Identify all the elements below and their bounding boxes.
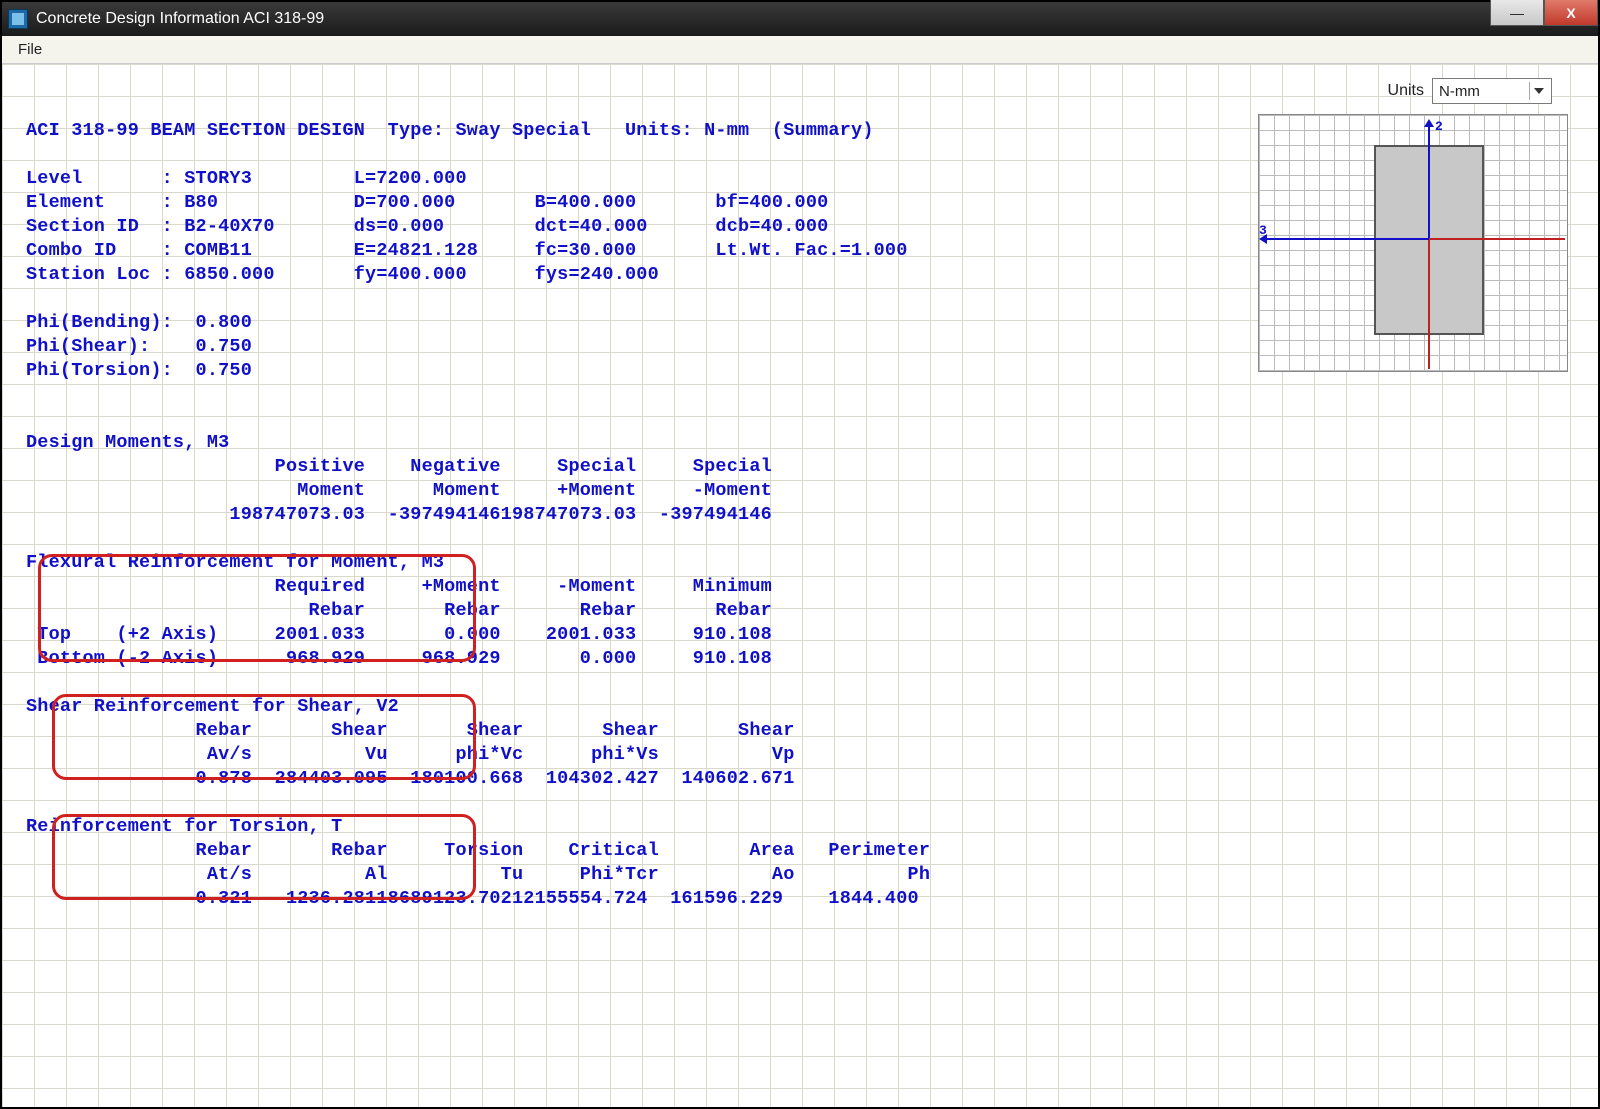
report-line: Level : STORY3 L=7200.000: [26, 168, 467, 189]
report-line: At/s Al Tu Phi*Tcr Ao Ph: [26, 864, 930, 885]
report-line: Phi(Torsion): 0.750: [26, 360, 252, 381]
report-line: Flexural Reinforcement for Moment, M3: [26, 552, 444, 573]
report-line: Rebar Rebar Torsion Critical Area Perime…: [26, 840, 930, 861]
report-line: Element : B80 D=700.000 B=400.000 bf=400…: [26, 192, 828, 213]
report-line: Rebar Shear Shear Shear Shear: [26, 720, 795, 741]
report-line: Required +Moment -Moment Minimum: [26, 576, 772, 597]
report-line: Bottom (-2 Axis) 968.929 968.929 0.000 9…: [26, 648, 772, 669]
report-line: Reinforcement for Torsion, T: [26, 816, 342, 837]
report-line: Top (+2 Axis) 2001.033 0.000 2001.033 91…: [26, 624, 772, 645]
app-icon: [8, 9, 28, 29]
report-line: Combo ID : COMB11 E=24821.128 fc=30.000 …: [26, 240, 908, 261]
report-line: Section ID : B2-40X70 ds=0.000 dct=40.00…: [26, 216, 828, 237]
report-line: 0.878 284403.095 180100.668 104302.427 1…: [26, 768, 795, 789]
report-line: Positive Negative Special Special: [26, 456, 772, 477]
axis-3-label: 3: [1259, 223, 1267, 238]
window-frame: Concrete Design Information ACI 318-99 —…: [0, 0, 1600, 1109]
axis-3-line: [1263, 238, 1429, 240]
units-label: Units: [1388, 82, 1424, 100]
report-line: Shear Reinforcement for Shear, V2: [26, 696, 399, 717]
report-text: ACI 318-99 BEAM SECTION DESIGN Type: Swa…: [26, 119, 930, 911]
report-line: Design Moments, M3: [26, 432, 229, 453]
report-line: Moment Moment +Moment -Moment: [26, 480, 772, 501]
report-line: 0.321 1236.28118689123.70212155554.724 1…: [26, 888, 919, 909]
report-line: Rebar Rebar Rebar Rebar: [26, 600, 772, 621]
report-line: 198747073.03 -397494146198747073.03 -397…: [26, 504, 772, 525]
window-controls: — X: [1490, 0, 1598, 26]
axis-2-line: [1428, 123, 1430, 239]
units-value: N-mm: [1439, 83, 1480, 100]
axis-3-neg-line: [1429, 238, 1565, 240]
units-select[interactable]: N-mm: [1432, 78, 1552, 104]
report-line: Av/s Vu phi*Vc phi*Vs Vp: [26, 744, 795, 765]
window-title: Concrete Design Information ACI 318-99: [36, 10, 324, 28]
section-diagram: 2 3: [1258, 114, 1568, 372]
report-line: Phi(Bending): 0.800: [26, 312, 252, 333]
report-line: Station Loc : 6850.000 fy=400.000 fys=24…: [26, 264, 659, 285]
close-button[interactable]: X: [1544, 0, 1598, 26]
units-row: Units N-mm: [1388, 78, 1552, 104]
menubar: File: [2, 36, 1598, 64]
content-area: Units N-mm 2 3 ACI 318-99 BEAM SECTION D…: [2, 64, 1598, 1107]
chevron-down-icon: [1529, 82, 1547, 100]
axis-2-neg-line: [1428, 239, 1430, 369]
report-line: ACI 318-99 BEAM SECTION DESIGN Type: Swa…: [26, 120, 874, 141]
minimize-button[interactable]: —: [1490, 0, 1544, 26]
titlebar[interactable]: Concrete Design Information ACI 318-99 —…: [2, 2, 1598, 36]
axis-2-label: 2: [1435, 119, 1443, 134]
menu-file[interactable]: File: [10, 39, 50, 60]
report-line: Phi(Shear): 0.750: [26, 336, 252, 357]
